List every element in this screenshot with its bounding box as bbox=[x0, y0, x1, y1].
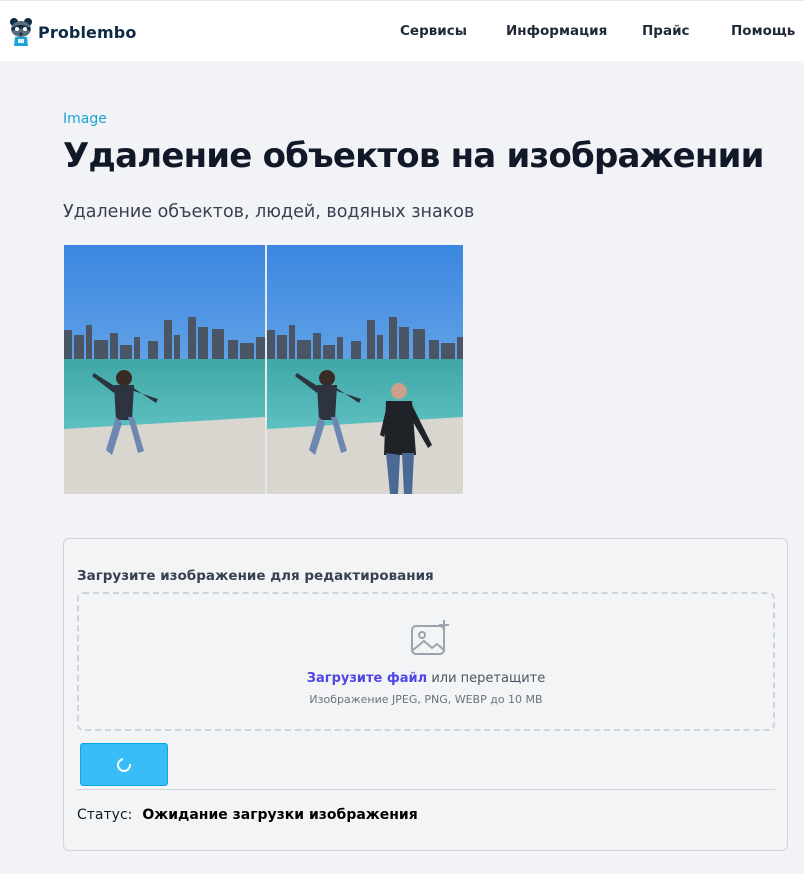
dropzone-text: Загрузите файл или перетащите bbox=[79, 671, 773, 686]
status-label: Статус: bbox=[77, 807, 133, 823]
breadcrumb[interactable]: Image bbox=[63, 111, 107, 127]
upload-card: Загрузите изображение для редактирования… bbox=[63, 538, 788, 851]
status-row: Статус: Ожидание загрузки изображения bbox=[77, 807, 418, 823]
nav-item-pricing[interactable]: Прайс bbox=[642, 23, 690, 39]
upload-file-link[interactable]: Загрузите файл bbox=[307, 671, 427, 686]
example-after-panel bbox=[64, 245, 265, 494]
example-before-panel bbox=[267, 245, 463, 494]
logo-text: Problembo bbox=[38, 22, 137, 42]
page-title: Удаление объектов на изображении bbox=[63, 136, 764, 176]
nav-item-info[interactable]: Информация bbox=[506, 23, 607, 39]
submit-button[interactable] bbox=[80, 743, 168, 786]
site-header: Problembo Сервисы Информация Прайс Помощ… bbox=[0, 0, 804, 61]
drag-text: или перетащите bbox=[427, 671, 546, 686]
example-image bbox=[64, 245, 463, 494]
loading-spinner-icon bbox=[114, 755, 134, 775]
image-plus-icon bbox=[411, 620, 449, 655]
status-value: Ожидание загрузки изображения bbox=[142, 807, 418, 823]
file-format-hint: Изображение JPEG, PNG, WEBP до 10 MB bbox=[309, 693, 543, 706]
divider bbox=[77, 789, 775, 790]
raccoon-logo-icon bbox=[10, 18, 32, 46]
page-subtitle: Удаление объектов, людей, водяных знаков bbox=[63, 202, 475, 222]
file-dropzone[interactable]: Загрузите файл или перетащите Изображени… bbox=[77, 592, 775, 731]
logo[interactable]: Problembo bbox=[8, 15, 136, 49]
nav-item-help[interactable]: Помощь bbox=[731, 23, 795, 39]
upload-label: Загрузите изображение для редактирования bbox=[77, 568, 434, 584]
nav-item-services[interactable]: Сервисы bbox=[400, 23, 467, 39]
